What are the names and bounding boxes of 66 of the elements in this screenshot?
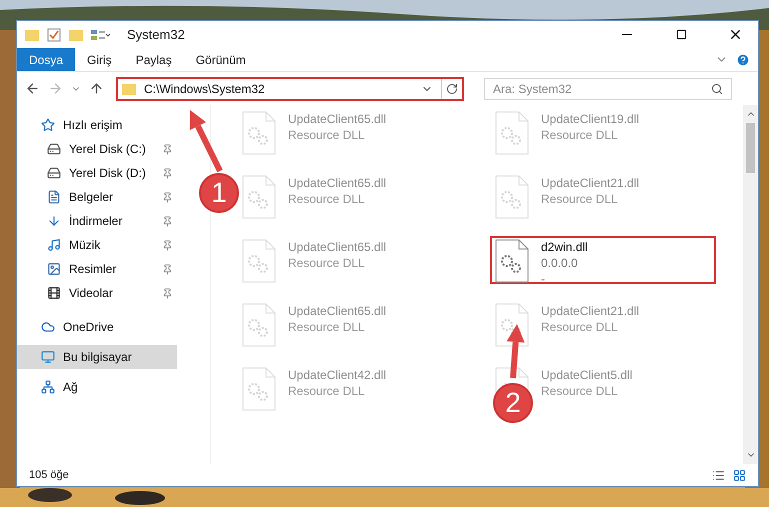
file-detail: Resource DLL [541, 319, 619, 335]
nav-item[interactable]: Yerel Disk (C:) [17, 137, 177, 161]
file-detail: Resource DLL [288, 255, 366, 271]
address-text: C:\Windows\System32 [144, 80, 266, 98]
ribbon-tab[interactable]: Giriş [75, 48, 124, 71]
file-name[interactable]: d2win.dll [541, 239, 588, 255]
file-gear-icon [495, 239, 529, 283]
ribbon-tab[interactable]: Paylaş [124, 48, 184, 71]
minimize-icon [622, 34, 632, 35]
properties-icon [47, 28, 61, 42]
new-folder-icon [69, 28, 83, 40]
file-detail: - [541, 271, 546, 287]
document-icon [47, 190, 61, 204]
search-icon [711, 82, 723, 94]
folder-icon [25, 28, 39, 40]
file-gear-icon [495, 111, 529, 155]
window-title: System32 [127, 26, 185, 44]
help-icon[interactable] [736, 52, 750, 66]
file-gear-icon [242, 303, 276, 347]
customize-toolbar-icon [91, 28, 111, 40]
nav-item[interactable]: Hızlı erişim [17, 113, 177, 137]
file-detail: Resource DLL [541, 191, 619, 207]
film-icon [47, 286, 61, 300]
ribbon-tab[interactable]: Görünüm [184, 48, 258, 71]
item-count: 105 öğe [29, 468, 70, 483]
address-bar[interactable]: C:\Windows\System32 [116, 76, 464, 100]
star-icon [41, 118, 55, 132]
image-icon [47, 262, 61, 276]
file-detail: Resource DLL [541, 383, 619, 399]
file-gear-icon [242, 239, 276, 283]
scrollbar[interactable] [743, 105, 758, 464]
nav-item[interactable]: Belgeler [17, 185, 177, 209]
file-detail: Resource DLL [288, 127, 366, 143]
network-icon [41, 380, 55, 394]
nav-item[interactable]: Müzik [17, 233, 177, 257]
music-note-icon [47, 238, 61, 252]
monitor-icon [41, 350, 55, 364]
download-icon [47, 214, 61, 228]
up-icon[interactable] [89, 81, 104, 96]
nav-item[interactable]: Ağ [17, 375, 177, 399]
file-detail: Resource DLL [288, 319, 366, 335]
file-detail: Resource DLL [288, 383, 366, 399]
file-gear-icon [242, 111, 276, 155]
file-gear-icon [242, 175, 276, 219]
folder-icon [122, 82, 136, 94]
cloud-icon [41, 320, 55, 334]
nav-item[interactable]: Resimler [17, 257, 177, 281]
file-gear-icon [242, 367, 276, 411]
nav-item[interactable]: Videolar [17, 281, 177, 305]
nav-item[interactable]: Bu bilgisayar [17, 345, 177, 369]
refresh-icon[interactable] [446, 82, 458, 94]
file-detail: Resource DLL [288, 191, 366, 207]
nav-item[interactable]: OneDrive [17, 315, 177, 339]
nav-item[interactable]: Yerel Disk (D:) [17, 161, 177, 185]
maximize-icon [676, 29, 686, 40]
file-gear-icon [495, 175, 529, 219]
drive-icon [47, 142, 61, 156]
tiles-view-icon[interactable] [733, 468, 746, 482]
nav-item[interactable]: İndirmeler [17, 209, 177, 233]
drive-icon [47, 166, 61, 180]
back-icon[interactable] [25, 81, 40, 96]
file-detail: 0.0.0.0 [541, 255, 579, 271]
details-view-icon[interactable] [712, 468, 725, 482]
file-detail: Resource DLL [541, 127, 619, 143]
ribbon-tab[interactable]: Dosya [17, 48, 76, 71]
scroll-thumb[interactable] [746, 123, 755, 173]
